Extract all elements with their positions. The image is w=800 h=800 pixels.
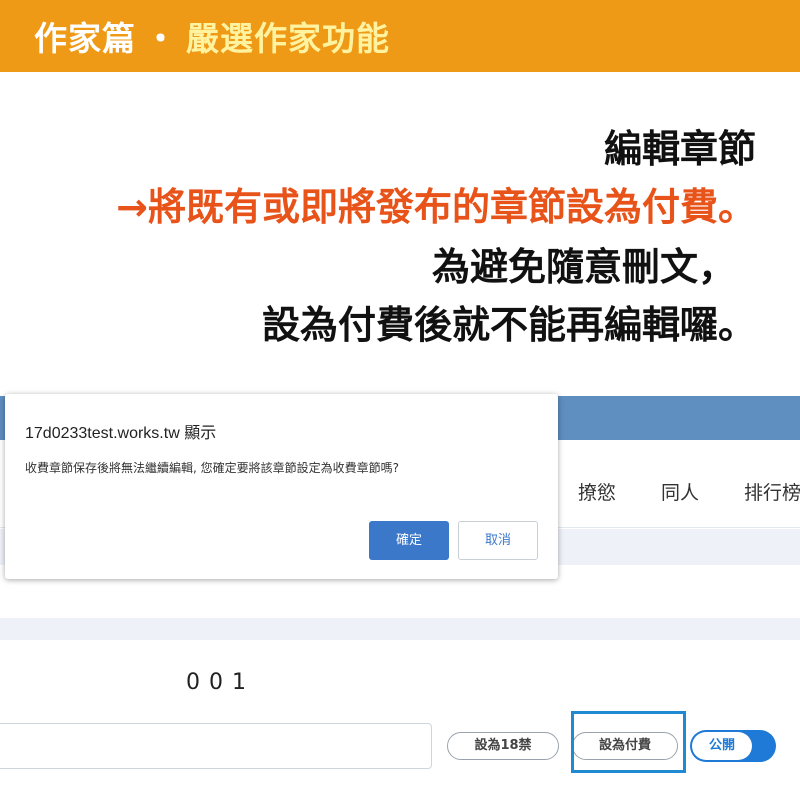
banner-title-main: 作家篇: [34, 19, 136, 58]
nav-item-1[interactable]: 撩慾: [578, 478, 616, 505]
nav-item-3[interactable]: 排行榜: [744, 478, 800, 505]
confirm-dialog: 17d0233test.works.tw 顯示 收費章節保存後將無法繼續編輯, …: [5, 394, 558, 579]
public-toggle[interactable]: 公開: [690, 730, 776, 762]
public-toggle-label: 公開: [692, 732, 752, 760]
section-strip: [0, 618, 800, 640]
caption-line-4: 設為付費後就不能再編輯囉。: [261, 303, 756, 347]
banner-title: 作家篇・嚴選作家功能: [34, 12, 390, 60]
header-banner: 作家篇・嚴選作家功能: [0, 0, 800, 72]
dialog-message: 收費章節保存後將無法繼續編輯, 您確定要將該章節設定為收費章節嗎?: [25, 461, 400, 475]
confirm-button[interactable]: 確定: [369, 521, 449, 560]
caption-line-1: 編輯章節: [603, 127, 756, 171]
banner-subtitle: 嚴選作家功能: [186, 19, 390, 58]
dialog-title: 17d0233test.works.tw 顯示: [25, 425, 217, 442]
banner-separator: ・: [144, 19, 178, 58]
nav-item-2[interactable]: 同人: [661, 478, 699, 505]
chapter-number: 001: [186, 670, 255, 695]
cancel-button[interactable]: 取消: [458, 521, 538, 560]
set-18-button[interactable]: 設為18禁: [447, 732, 559, 760]
caption-line-2: →將既有或即將發布的章節設為付費。: [116, 185, 756, 229]
caption-line-3: 為避免隨意刪文，: [431, 245, 736, 289]
highlight-box: [571, 711, 686, 773]
chapter-title-input[interactable]: [0, 723, 432, 769]
